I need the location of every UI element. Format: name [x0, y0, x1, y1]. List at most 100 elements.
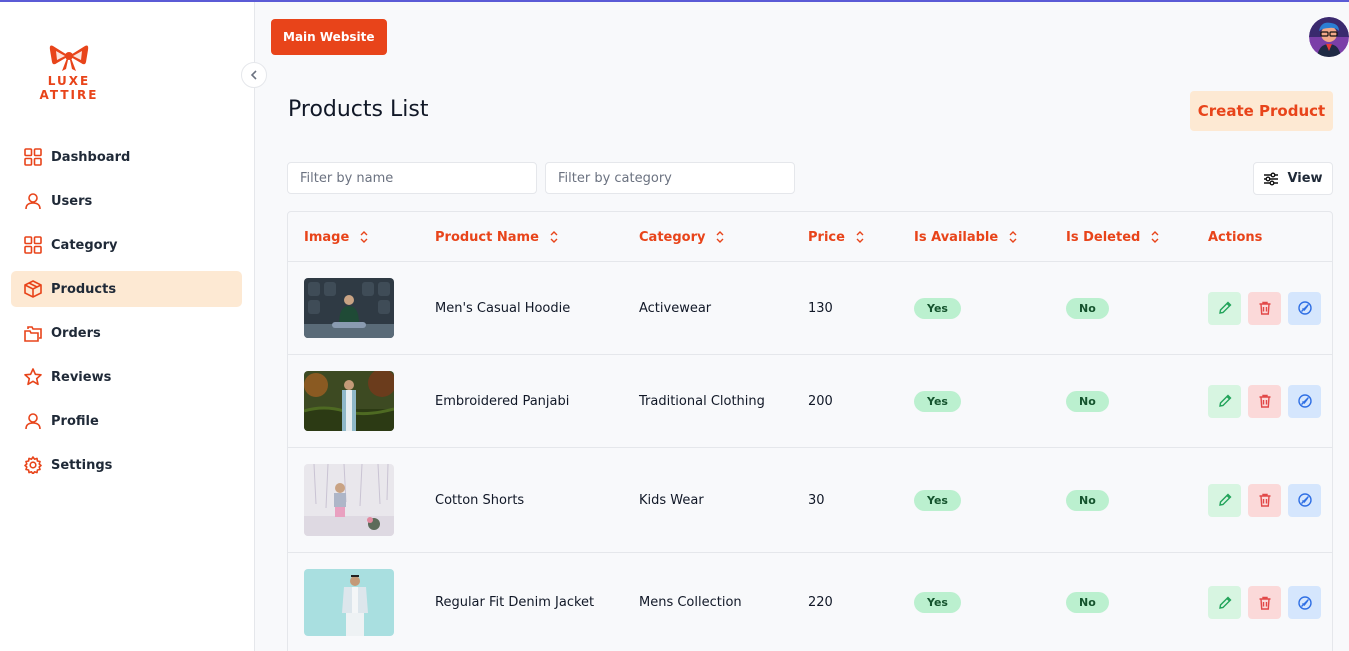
sidebar-item-label: Settings — [51, 457, 113, 473]
sliders-icon — [1264, 172, 1279, 185]
row-actions — [1208, 553, 1328, 651]
column-header-is-deleted[interactable]: Is Deleted — [1066, 212, 1160, 262]
column-header-is-available[interactable]: Is Available — [914, 212, 1018, 262]
column-header-category[interactable]: Category — [639, 212, 725, 262]
deleted-badge: No — [1066, 592, 1109, 613]
column-header-actions: Actions — [1208, 229, 1263, 245]
sidebar-nav: Dashboard Users Category Products Orders — [11, 139, 242, 491]
product-category: Mens Collection — [639, 595, 742, 610]
trash-icon — [1259, 394, 1270, 408]
delete-button[interactable] — [1248, 384, 1281, 418]
brand-name: LUXE ATTIRE — [39, 74, 99, 102]
edit-button[interactable] — [1208, 586, 1241, 619]
sidebar-item-category[interactable]: Category — [11, 227, 242, 263]
sidebar-item-reviews[interactable]: Reviews — [11, 359, 242, 395]
gear-icon — [23, 455, 43, 475]
edit-button[interactable] — [1208, 384, 1241, 418]
trash-icon — [1259, 493, 1270, 507]
available-badge: Yes — [914, 489, 961, 511]
sort-icon — [1150, 231, 1160, 243]
view-options-button[interactable]: View — [1253, 162, 1333, 195]
sidebar-item-label: Dashboard — [51, 149, 131, 165]
folders-icon — [23, 323, 43, 343]
block-icon — [1297, 394, 1312, 408]
deleted-badge: No — [1066, 390, 1109, 412]
column-header-product-name[interactable]: Product Name — [435, 212, 559, 262]
row-actions — [1208, 448, 1328, 552]
edit-button[interactable] — [1208, 483, 1241, 517]
table-row: Cotton Shorts Kids Wear 30 Yes No — [288, 448, 1332, 553]
sidebar-item-label: Profile — [51, 413, 99, 429]
column-header-price[interactable]: Price — [808, 212, 865, 262]
available-badge: Yes — [914, 592, 961, 613]
filter-name-input[interactable] — [287, 162, 537, 194]
sidebar-item-products[interactable]: Products — [11, 271, 242, 307]
sort-icon — [855, 231, 865, 243]
table-row: Embroidered Panjabi Traditional Clothing… — [288, 355, 1332, 448]
column-header-image[interactable]: Image — [304, 212, 369, 262]
dashboard-icon — [23, 147, 43, 167]
product-price: 200 — [808, 393, 833, 409]
product-thumbnail[interactable] — [304, 371, 394, 431]
product-thumbnail[interactable] — [304, 464, 394, 536]
box-icon — [23, 279, 43, 299]
toggle-status-button[interactable] — [1288, 483, 1321, 517]
sidebar-item-label: Reviews — [51, 369, 112, 385]
table-row: Men's Casual Hoodie Activewear 130 Yes N… — [288, 262, 1332, 355]
create-product-button[interactable]: Create Product — [1190, 91, 1333, 131]
sort-icon — [1008, 231, 1018, 243]
brand-logo[interactable]: LUXE ATTIRE — [18, 42, 120, 102]
view-label: View — [1287, 171, 1323, 186]
sidebar-item-orders[interactable]: Orders — [11, 315, 242, 351]
sidebar-item-users[interactable]: Users — [11, 183, 242, 219]
trash-icon — [1259, 596, 1270, 610]
sidebar-item-settings[interactable]: Settings — [11, 447, 242, 483]
edit-button[interactable] — [1208, 291, 1241, 325]
product-image-cell — [304, 553, 394, 651]
pencil-icon — [1218, 493, 1231, 506]
pencil-icon — [1218, 301, 1231, 314]
block-icon — [1297, 493, 1312, 507]
delete-button[interactable] — [1248, 483, 1281, 517]
bow-icon — [49, 45, 89, 71]
delete-button[interactable] — [1248, 586, 1281, 619]
product-thumbnail[interactable] — [304, 278, 394, 338]
product-price: 220 — [808, 595, 833, 610]
product-name: Regular Fit Denim Jacket — [435, 595, 595, 610]
toggle-status-button[interactable] — [1288, 291, 1321, 325]
table-header: Image Product Name Category Price Is Ava… — [288, 212, 1332, 262]
sidebar-item-profile[interactable]: Profile — [11, 403, 242, 439]
star-icon — [23, 367, 43, 387]
sidebar-item-label: Users — [51, 193, 93, 209]
available-badge: Yes — [914, 390, 961, 412]
product-image-cell — [304, 355, 394, 447]
sort-icon — [549, 231, 559, 243]
product-thumbnail[interactable] — [304, 569, 394, 636]
products-table: Image Product Name Category Price Is Ava… — [287, 211, 1333, 651]
avatar[interactable] — [1309, 17, 1349, 57]
sort-icon — [359, 231, 369, 243]
sidebar-collapse-button[interactable] — [241, 62, 267, 88]
deleted-badge: No — [1066, 489, 1109, 511]
delete-button[interactable] — [1248, 291, 1281, 325]
toggle-status-button[interactable] — [1288, 384, 1321, 418]
toggle-status-button[interactable] — [1288, 586, 1321, 619]
product-category: Traditional Clothing — [639, 393, 765, 409]
pencil-icon — [1218, 596, 1231, 609]
row-actions — [1208, 355, 1328, 447]
chevron-left-icon — [250, 70, 257, 80]
product-name: Cotton Shorts — [435, 492, 525, 508]
filter-category-input[interactable] — [545, 162, 795, 194]
product-image-cell — [304, 262, 394, 354]
sidebar-item-dashboard[interactable]: Dashboard — [11, 139, 242, 175]
product-name: Embroidered Panjabi — [435, 393, 570, 409]
pencil-icon — [1218, 394, 1231, 407]
trash-icon — [1259, 301, 1270, 315]
page-title: Products List — [288, 97, 429, 122]
sidebar: LUXE ATTIRE Dashboard Users Category Pro… — [0, 2, 255, 651]
product-category: Kids Wear — [639, 492, 704, 508]
sidebar-item-label: Orders — [51, 325, 101, 341]
deleted-badge: No — [1066, 297, 1109, 319]
main-website-button[interactable]: Main Website — [271, 19, 387, 55]
table-row: Regular Fit Denim Jacket Mens Collection… — [288, 553, 1332, 651]
